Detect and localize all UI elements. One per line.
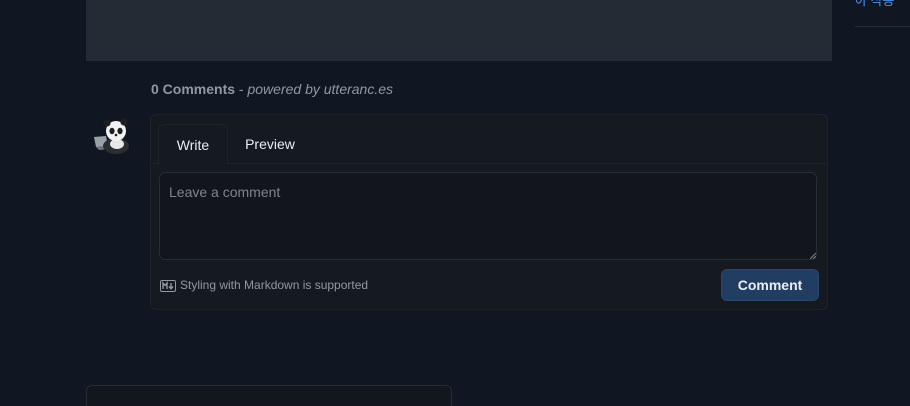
tab-write[interactable]: Write xyxy=(158,124,228,165)
post-content-bottom xyxy=(86,0,832,61)
comment-submit-button[interactable]: Comment xyxy=(721,269,819,301)
panda-avatar-icon[interactable] xyxy=(92,116,132,156)
markdown-hint[interactable]: Styling with Markdown is supported xyxy=(160,277,368,293)
next-card xyxy=(86,385,452,406)
page: 아 작동 0 Comments - powered by utteranc.es… xyxy=(0,0,910,406)
markdown-hint-text: Styling with Markdown is supported xyxy=(180,278,369,292)
comment-textarea[interactable] xyxy=(159,172,817,260)
header-separator: - xyxy=(235,81,248,97)
toc-link[interactable]: 아 작동 xyxy=(855,0,910,11)
tab-preview[interactable]: Preview xyxy=(237,124,303,163)
comment-form: Write Preview Styling with Markdown is s… xyxy=(150,114,828,310)
markdown-icon xyxy=(160,280,176,292)
editor-tab-bar: Write Preview xyxy=(151,115,827,165)
comment-count: 0 Comments xyxy=(151,81,236,97)
toc-divider xyxy=(855,26,910,27)
comments-header: 0 Comments - powered by utteranc.es xyxy=(151,80,393,98)
resize-grip-icon[interactable] xyxy=(810,253,816,259)
powered-by-link[interactable]: powered by utteranc.es xyxy=(247,81,393,97)
